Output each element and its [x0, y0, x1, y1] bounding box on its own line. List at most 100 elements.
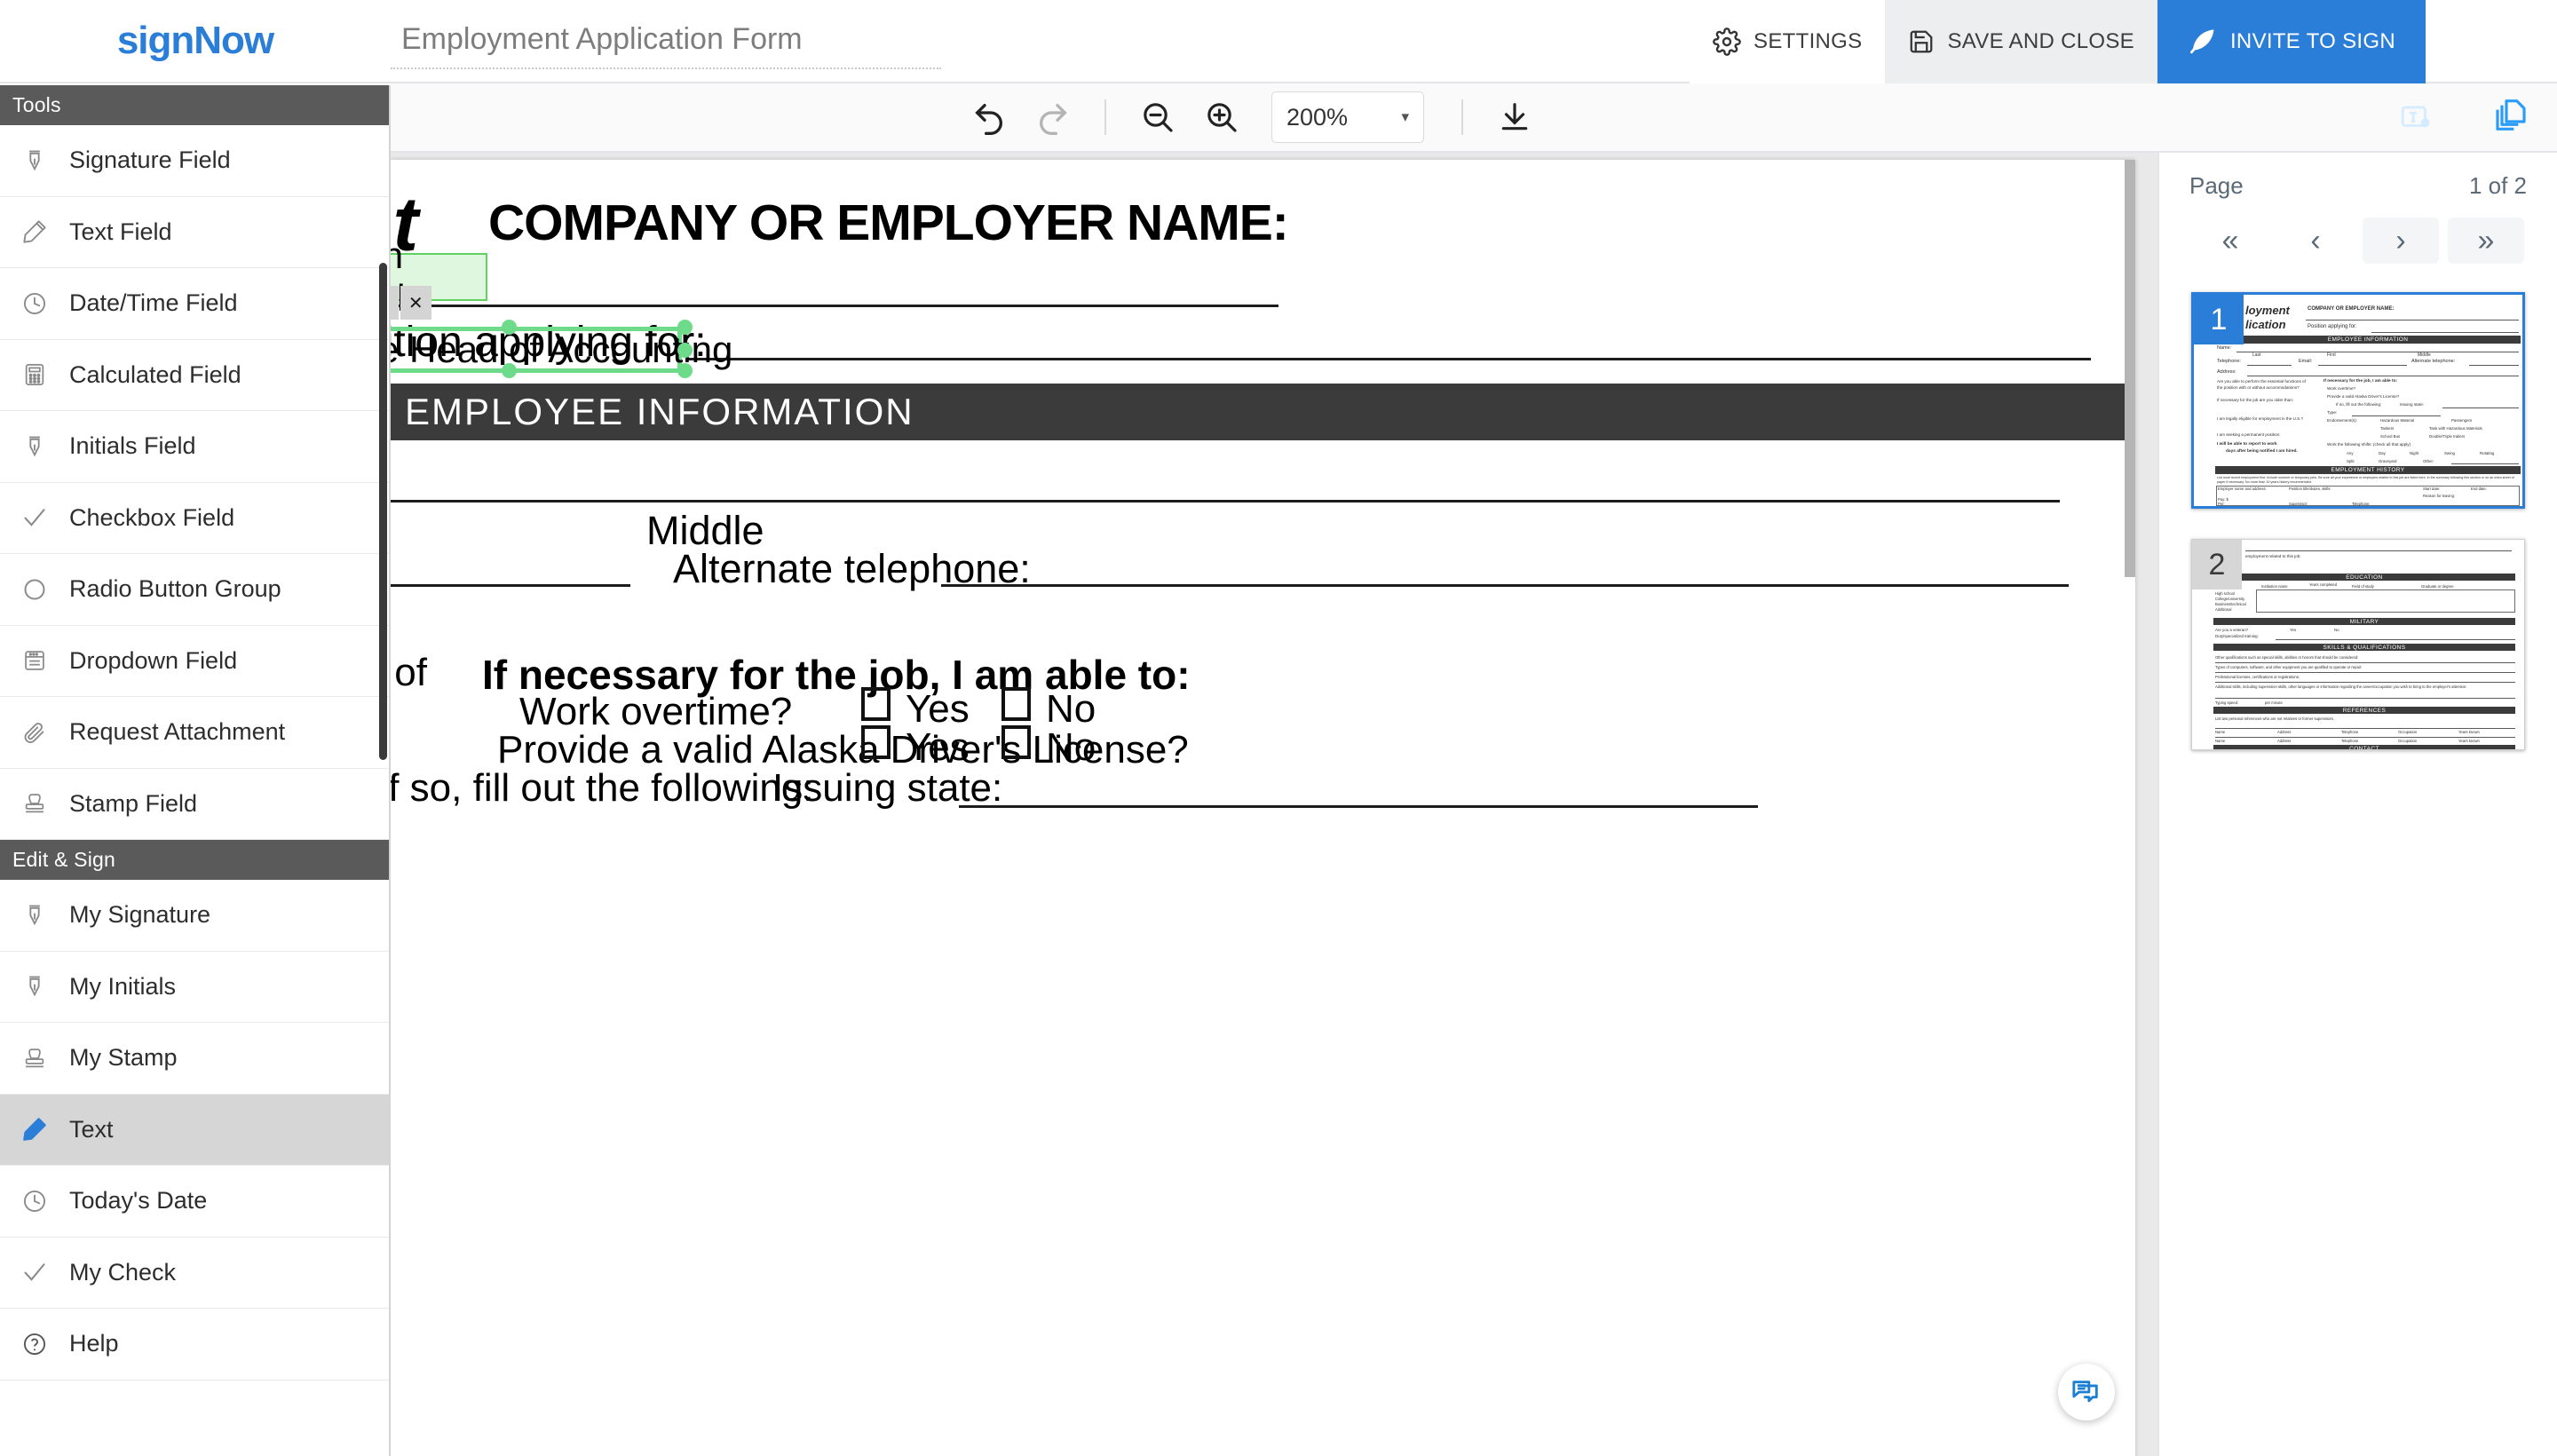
toolbar-divider-2: [1461, 99, 1463, 135]
field-ok-button[interactable]: OK: [391, 286, 399, 320]
thumb2-r-address: Address: [2277, 739, 2292, 743]
zoom-out-icon: [1140, 99, 1176, 135]
thumb1-r-day: Day: [2379, 451, 2386, 455]
sidebar-item-my-signature[interactable]: My Signature: [0, 880, 389, 952]
thumb1-r-schoolbus: School Bus: [2380, 434, 2401, 439]
save-and-close-button[interactable]: SAVE AND CLOSE: [1885, 0, 2157, 83]
pen-nib-icon: [20, 434, 50, 459]
sidebar-item-label: Text Field: [69, 218, 172, 245]
pen-nib-icon: [20, 974, 50, 999]
clock-icon: [20, 291, 50, 316]
thumb1-alt-telephone: Alternate telephone:: [2411, 359, 2456, 364]
first-page-button[interactable]: «: [2192, 218, 2268, 264]
thumb2-r-occupation: Occupation: [2398, 739, 2418, 743]
redo-button[interactable]: [1028, 92, 1078, 142]
sidebar-item-my-check[interactable]: My Check: [0, 1238, 389, 1309]
thumb2-r-address: Address: [2277, 730, 2292, 734]
resize-handle-tr[interactable]: [677, 320, 693, 335]
thumb1-last: Last: [2252, 352, 2261, 358]
sidebar-item-label: Help: [69, 1330, 119, 1357]
thumb2-band-education: EDUCATION: [2213, 574, 2515, 581]
thumb1-r-type: Type:: [2327, 410, 2338, 415]
thumb2-band-military: MILITARY: [2213, 618, 2515, 625]
sidebar-item-help[interactable]: Help: [0, 1309, 389, 1381]
header-spacer: [941, 0, 1690, 82]
thumb1-r-shifts: Work the following shifts: (check all th…: [2327, 442, 2411, 447]
settings-button[interactable]: SETTINGS: [1690, 0, 1886, 83]
question-circle-icon: [20, 1332, 50, 1357]
doc-company-label: COMPANY OR EMPLOYER NAME:: [488, 194, 1289, 251]
sidebar-item-calculated-field[interactable]: Calculated Field: [0, 340, 389, 411]
zoom-in-button[interactable]: [1197, 92, 1247, 142]
thumb1-q-report: I will be able to report to work: [2217, 442, 2277, 447]
support-chat-button[interactable]: [2058, 1364, 2115, 1420]
zoom-level-select[interactable]: 200% ▾: [1271, 91, 1424, 143]
sidebar-item-todays-date[interactable]: Today's Date: [0, 1166, 389, 1238]
sidebar-item-my-initials[interactable]: My Initials: [0, 952, 389, 1023]
check-icon: [20, 1260, 50, 1285]
thumb1-band-employee: EMPLOYEE INFORMATION: [2215, 336, 2521, 344]
doc-fill-out-label: If so, fill out the following:: [391, 766, 814, 810]
sidebar-item-label: Calculated Field: [69, 360, 241, 388]
thumb2-r-name: Name: [2215, 730, 2226, 734]
document-page-1[interactable]: nt COMPANY OR EMPLOYER NAME: John Smith …: [391, 160, 2135, 1456]
overtime-no-checkbox[interactable]: [1001, 687, 1031, 721]
doc-issuing-state-label: Issuing state:: [772, 766, 1003, 810]
thumb1-address: Address:: [2217, 369, 2236, 375]
sidebar-item-stamp-field[interactable]: Stamp Field: [0, 769, 389, 840]
previous-page-button[interactable]: ‹: [2277, 218, 2354, 264]
license-no-checkbox[interactable]: [1001, 725, 1031, 759]
sidebar-item-initials-field[interactable]: Initials Field: [0, 411, 389, 483]
field-settings-button[interactable]: [2392, 92, 2442, 142]
thumb1-position: Position applying for:: [2308, 324, 2357, 329]
document-viewport[interactable]: nt COMPANY OR EMPLOYER NAME: John Smith …: [391, 153, 2157, 1456]
sidebar-item-signature-field[interactable]: Signature Field: [0, 125, 389, 197]
overtime-yes-checkbox[interactable]: [861, 687, 891, 721]
thumb1-r-overtime: Work overtime?: [2327, 386, 2356, 391]
dropdown-icon: [20, 648, 50, 673]
download-button[interactable]: [1490, 92, 1540, 142]
sidebar-item-label: Radio Button Group: [69, 575, 281, 603]
sidebar-item-request-attachment[interactable]: Request Attachment: [0, 697, 389, 769]
save-and-close-label: SAVE AND CLOSE: [1947, 29, 2134, 53]
next-page-button[interactable]: ›: [2363, 218, 2439, 264]
app-header: signNow SETTINGS SAVE AND CL: [0, 0, 2557, 83]
page-thumbnail-1[interactable]: 1 loyment lication COMPANY OR EMPLOYER N…: [2191, 292, 2525, 509]
sidebar-item-my-stamp[interactable]: My Stamp: [0, 1023, 389, 1095]
thumb1-name: Name:: [2217, 345, 2232, 351]
zoom-out-button[interactable]: [1133, 92, 1183, 142]
resize-handle-mr[interactable]: [677, 343, 693, 358]
thumb2-band-references: REFERENCES: [2213, 707, 2515, 714]
field-close-button[interactable]: ✕: [400, 286, 431, 320]
invite-to-sign-button[interactable]: INVITE TO SIGN: [2157, 0, 2426, 83]
sidebar-item-radio-button-group[interactable]: Radio Button Group: [0, 554, 389, 626]
document-title-input[interactable]: [391, 16, 941, 69]
resize-handle-br[interactable]: [677, 363, 693, 378]
pencil-icon: [20, 219, 50, 244]
resize-handle-tc[interactable]: [502, 320, 517, 335]
thumb2-band-skills: SKILLS & QUALIFICATIONS: [2213, 644, 2515, 651]
sidebar-item-text-field[interactable]: Text Field: [0, 197, 389, 268]
license-yes-checkbox[interactable]: [861, 725, 891, 759]
thumb2-r-years: Years known: [2458, 730, 2480, 734]
page-thumbnail-2[interactable]: 2 employment related to this job: EDUCAT…: [2191, 539, 2525, 750]
thumb2-row-college: College/university: [2215, 597, 2245, 601]
resize-handle-bc[interactable]: [502, 363, 517, 378]
thumb2-education-table: [2256, 590, 2515, 613]
sidebar-item-dropdown-field[interactable]: Dropdown Field: [0, 626, 389, 697]
text-field-position-selected[interactable]: The Head of Accounting: [391, 320, 732, 378]
document-title-container: [391, 0, 941, 82]
undo-button[interactable]: [964, 92, 1014, 142]
pages-panel-button[interactable]: [2486, 92, 2536, 142]
last-page-button[interactable]: »: [2448, 218, 2524, 264]
thumb1-title-line1: loyment: [2245, 304, 2290, 317]
header-tail: [2426, 0, 2557, 82]
thumb2-row-additional: Additional: [2215, 607, 2232, 612]
signnow-logo[interactable]: signNow: [0, 0, 391, 82]
sidebar-item-checkbox-field[interactable]: Checkbox Field: [0, 483, 389, 554]
sidebar-scrollbar[interactable]: [379, 263, 387, 760]
document-vertical-scrollbar[interactable]: [2125, 160, 2135, 577]
sidebar-item-text[interactable]: Text: [0, 1094, 389, 1166]
sidebar-item-datetime-field[interactable]: Date/Time Field: [0, 268, 389, 340]
settings-label: SETTINGS: [1753, 29, 1863, 53]
